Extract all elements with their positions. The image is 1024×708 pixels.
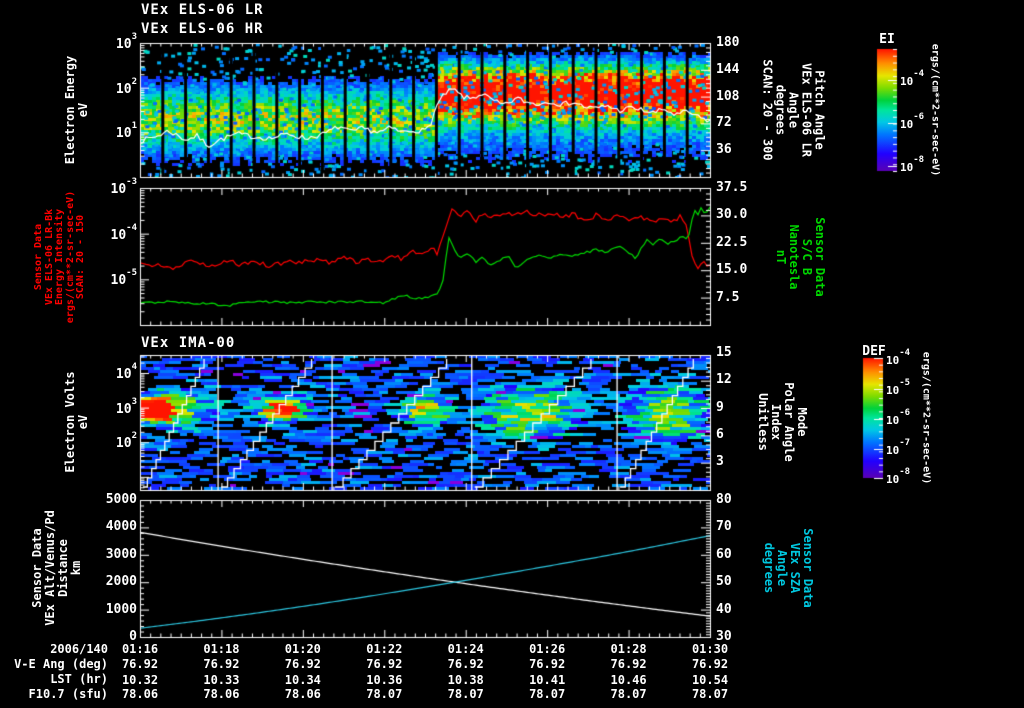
colorbar-ei-unit: ergs/(cm**2-sr-sec-eV) — [929, 43, 941, 177]
time-tick-label: 01:22 — [366, 642, 403, 656]
time-tick-label: 01:16 — [121, 642, 159, 656]
panel2-right-tick: 15.0 — [716, 262, 748, 278]
row-label-lst: LST (hr) — [50, 672, 108, 686]
time-tick-label: 01:26 — [529, 642, 566, 656]
panel2-right-tick: 7.5 — [716, 289, 740, 305]
table-cell: 78.07 — [529, 687, 566, 701]
panel2-right-tick: 30.0 — [716, 207, 748, 223]
table-cell: 76.92 — [121, 657, 159, 671]
table-cell: 10.33 — [203, 672, 240, 687]
time-tick-label: 01:20 — [284, 642, 321, 656]
panel3-ytick: 103 — [115, 396, 137, 417]
table-cell: 78.07 — [610, 687, 647, 701]
table-cell: 76.92 — [284, 657, 321, 671]
table-cell: 78.07 — [691, 687, 729, 701]
panel1-ytick: 102 — [115, 76, 137, 97]
table-cell: 76.92 — [447, 657, 484, 671]
panel3-ytick: 102 — [115, 431, 137, 452]
panel3-ytick: 104 — [115, 361, 137, 383]
table-cell: 10.54 — [691, 672, 729, 687]
panel3-right-label: Mode Polar Angle Index Unitless — [756, 382, 809, 462]
table-cell: 10.32 — [121, 672, 159, 687]
panel1-title-line1: VEx ELS-06 LR — [141, 2, 264, 18]
panel2-ylabel: Sensor Data VEx ELS-06 LR-Bk Energy Intens… — [32, 190, 86, 324]
panel4-ytick: 4000 — [105, 519, 137, 535]
panel1-ytick: 101 — [115, 121, 137, 142]
table-cell: 10.46 — [610, 672, 647, 687]
colorbar-def-unit: ergs/(cm**2-sr-sec-eV) — [920, 351, 932, 485]
panel4-ytick: 1000 — [105, 601, 137, 617]
time-tick-label: 01:18 — [203, 642, 240, 656]
panel3-right-tick: 15 — [716, 345, 732, 361]
panel2-ytick: 10-4 — [110, 222, 138, 243]
date-label: 2006/140 — [50, 642, 108, 656]
table-cell: 76.92 — [610, 657, 647, 671]
time-tick-label: 01:28 — [610, 642, 647, 656]
table-cell: 78.06 — [203, 687, 240, 701]
panel3-title: VEx IMA-00 — [141, 335, 236, 351]
panel4-right-tick: 80 — [716, 492, 732, 507]
vex-tplot-page: VEx ELS-06 LR VEx ELS-06 HR VEx IMA-00 E… — [0, 0, 1024, 708]
table-cell: 78.06 — [121, 687, 159, 701]
panel4-ytick: 5000 — [105, 492, 137, 507]
time-tick-label: 01:30 — [691, 642, 729, 656]
panel4-right-label: Sensor Data VEx SZA Angle degrees — [762, 528, 815, 608]
table-cell: 76.92 — [203, 657, 240, 671]
panel2-right-tick: 37.5 — [716, 180, 748, 195]
table-cell: 78.06 — [284, 687, 321, 701]
table-cell: 78.07 — [447, 687, 484, 701]
panel1-right-label: Pitch Angle VEx ELS-06 LR Angle degrees SCAN… — [760, 59, 827, 161]
table-cell: 10.38 — [447, 672, 484, 687]
table-cell: 10.36 — [366, 672, 403, 687]
panel3-ylabel: Electron Volts eV — [63, 371, 90, 473]
colorbar-ei-title: EI — [879, 32, 895, 47]
row-label-f107: F10.7 (sfu) — [28, 687, 108, 701]
panel2-right-label: Sensor Data S/C B Nanotesla nT — [774, 217, 827, 297]
time-tick-label: 01:24 — [447, 642, 484, 656]
panel2-right-tick: 22.5 — [716, 234, 748, 250]
panel1-ylabel: Electron Energy eV — [63, 55, 90, 165]
panel2-ytick: 10-3 — [110, 176, 138, 198]
panel1-right-tick: 180 — [716, 35, 740, 50]
table-cell: 76.92 — [366, 657, 403, 671]
panel1-ytick: 103 — [115, 31, 137, 53]
table-cell: 78.07 — [366, 687, 403, 701]
table-cell: 76.92 — [691, 657, 729, 671]
panel4-ytick: 3000 — [105, 546, 137, 562]
panel4-ylabel: Sensor Data VEx Alt/Venus/Pd Distance km — [30, 510, 83, 626]
panel1-title-line2: VEx ELS-06 HR — [141, 21, 264, 37]
panel4-ytick: 2000 — [105, 574, 137, 590]
table-cell: 10.41 — [529, 672, 566, 687]
row-label-ve-ang: V-E Ang (deg) — [14, 657, 108, 671]
table-cell: 10.34 — [284, 672, 321, 687]
panel2-ytick: 10-5 — [110, 268, 138, 289]
table-cell: 76.92 — [529, 657, 566, 671]
